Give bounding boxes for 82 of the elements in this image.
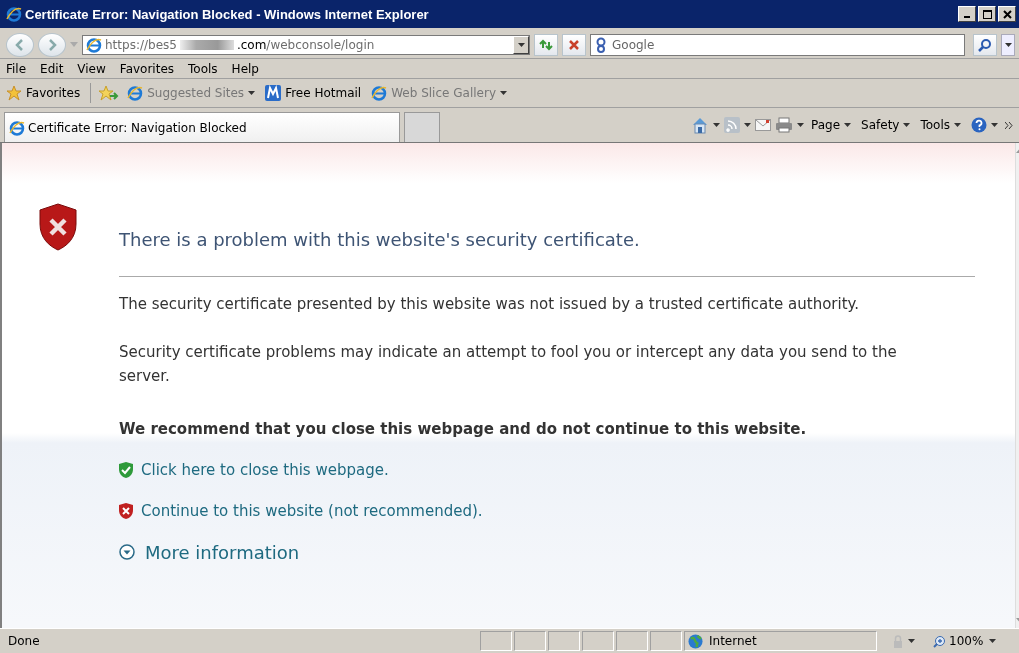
add-favorite-icon[interactable] — [99, 85, 120, 101]
caret-icon — [1004, 42, 1012, 47]
caret-icon — [797, 123, 804, 127]
caret-icon — [903, 123, 911, 127]
maximize-button[interactable] — [978, 6, 996, 22]
caret-icon — [517, 42, 525, 47]
zoom-icon — [933, 634, 946, 648]
globe-icon — [688, 633, 703, 649]
shield-check-icon — [119, 462, 133, 478]
command-menu-button[interactable]: Safety — [858, 118, 914, 132]
home-icon[interactable] — [691, 116, 709, 134]
forward-button[interactable] — [38, 32, 66, 57]
caret-icon — [954, 123, 961, 127]
refresh-arrows-icon — [538, 38, 554, 51]
favorites-button[interactable]: Favorites — [4, 85, 83, 101]
google-logo-icon — [595, 36, 607, 53]
status-panel — [514, 631, 546, 651]
status-text: Done — [7, 634, 41, 648]
search-field[interactable]: Google — [590, 33, 965, 56]
url-text: .com/webconsole/login — [236, 37, 375, 52]
back-button[interactable] — [6, 32, 34, 57]
command-menu-button[interactable]: Tools — [917, 118, 964, 132]
caret-icon — [991, 123, 998, 127]
search-icon — [978, 37, 992, 52]
refresh-button[interactable] — [534, 33, 558, 56]
menu-item[interactable]: Tools — [188, 61, 218, 76]
mail-icon[interactable] — [755, 119, 771, 131]
window-title: Certificate Error: Navigation Blocked - Windows Internet Explorer — [25, 6, 430, 22]
body-paragraph: The security certificate presented by this website was not issued by a trusted certificate authority. — [119, 294, 861, 315]
command-menu-button[interactable]: Page — [808, 118, 855, 132]
page-link[interactable]: More information — [145, 541, 300, 563]
page-link[interactable]: Continue to this website (not recommended). — [141, 502, 483, 520]
caret-icon — [989, 639, 997, 643]
status-panel — [650, 631, 682, 651]
printer-icon[interactable] — [775, 117, 793, 133]
address-field[interactable]: https://bes5 .com/webconsole/login — [82, 34, 530, 55]
recommendation-text: We recommend that you close this webpage and do not continue to this website. — [119, 419, 808, 440]
caret-icon — [908, 639, 915, 643]
stop-button[interactable] — [562, 33, 586, 56]
security-zone: Internet — [684, 631, 877, 651]
hotmail-logo-icon — [265, 85, 282, 101]
caret-icon — [844, 123, 852, 127]
status-panel — [616, 631, 648, 651]
menu-item[interactable]: View — [77, 61, 106, 76]
close-button[interactable] — [998, 6, 1016, 22]
chevron-icon[interactable] — [1005, 121, 1013, 129]
star-icon — [6, 85, 22, 101]
ie-logo-icon — [6, 6, 22, 22]
minimize-button[interactable] — [958, 6, 976, 22]
expand-icon[interactable] — [119, 544, 135, 560]
status-panel — [548, 631, 580, 651]
ie-logo-icon — [127, 85, 144, 101]
caret-icon — [713, 123, 720, 127]
status-panel — [480, 631, 512, 651]
help-icon — [971, 117, 987, 133]
blurred-region — [179, 39, 234, 50]
close-icon — [1002, 9, 1012, 19]
maximize-icon — [982, 9, 992, 19]
ie-logo-icon — [371, 85, 388, 101]
menu-item[interactable]: Help — [231, 61, 259, 76]
zoom-button[interactable]: 100% — [929, 634, 988, 648]
menu-item[interactable]: File — [6, 61, 27, 76]
favorites-link[interactable]: Free Hotmail — [263, 85, 364, 101]
browser-tab[interactable]: Certificate Error: Navigation Blocked — [4, 112, 400, 142]
ie-logo-icon — [9, 119, 25, 136]
status-panel — [582, 631, 614, 651]
page-heading: There is a problem with this website's security certificate. — [119, 228, 641, 252]
search-options-button[interactable] — [1001, 33, 1015, 56]
caret-icon — [248, 91, 256, 95]
caret-icon — [500, 91, 507, 95]
url-text: https://bes5 — [105, 37, 177, 52]
search-button[interactable] — [973, 33, 997, 56]
stop-x-icon — [568, 38, 580, 51]
caret-icon — [744, 123, 751, 127]
menu-item[interactable]: Edit — [40, 61, 64, 76]
shield-error-icon — [38, 203, 78, 251]
page-icon — [86, 36, 102, 53]
body-paragraph: Security certificate problems may indicate an attempt to fool you or intercept any data you send to the server. — [119, 342, 898, 387]
shield-error-icon — [119, 503, 133, 519]
address-dropdown-button[interactable] — [513, 35, 529, 54]
page-link[interactable]: Click here to close this webpage. — [141, 461, 389, 479]
menu-item[interactable]: Favorites — [119, 61, 175, 76]
